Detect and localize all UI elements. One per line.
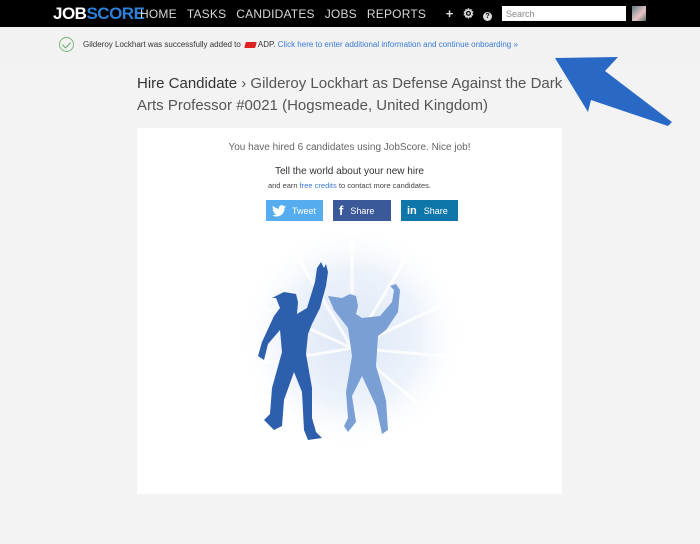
- breadcrumb-separator: ›: [241, 75, 247, 92]
- user-avatar[interactable]: [632, 6, 646, 21]
- free-credits-link[interactable]: free credits: [300, 181, 337, 190]
- continue-onboarding-link[interactable]: Click here to enter additional informati…: [278, 40, 518, 49]
- plus-icon[interactable]: +: [440, 5, 459, 22]
- linkedin-icon: in: [407, 204, 417, 217]
- toolbar-icons: + ⚙ ?: [440, 5, 497, 22]
- gear-icon[interactable]: ⚙: [459, 5, 478, 22]
- help-icon[interactable]: ?: [478, 5, 497, 22]
- logo-job-text: JOB: [53, 4, 87, 23]
- check-circle-icon: [59, 37, 74, 52]
- hire-success-card: You have hired 6 candidates using JobSco…: [137, 128, 562, 494]
- help-glyph: ?: [483, 12, 492, 21]
- linkedin-share-button[interactable]: in Share: [401, 200, 458, 221]
- twitter-bird-icon: [272, 204, 286, 217]
- share-heading: Tell the world about your new hire: [275, 166, 424, 177]
- earn-suffix: to contact more candidates.: [338, 181, 432, 190]
- logo-score-text: SCORE: [86, 4, 145, 23]
- page-title: Hire Candidate › Gilderoy Lockhart as De…: [137, 73, 567, 117]
- facebook-share-label: Share: [350, 205, 375, 216]
- adp-logo-icon: [244, 41, 257, 48]
- nav-home[interactable]: HOME: [140, 7, 177, 21]
- tweet-label: Tweet: [292, 205, 317, 216]
- arrow-pointer-icon: [555, 57, 672, 126]
- facebook-icon: f: [339, 203, 344, 218]
- top-navigation-bar: JOBSCORE HOME TASKS CANDIDATES JOBS REPO…: [0, 0, 700, 27]
- tweet-button[interactable]: Tweet: [266, 200, 323, 221]
- share-subtext: and earn free credits to contact more ca…: [137, 181, 562, 190]
- linkedin-share-label: Share: [423, 205, 448, 216]
- nav-reports[interactable]: REPORTS: [367, 7, 426, 21]
- nav-tasks[interactable]: TASKS: [187, 7, 226, 21]
- nav-jobs[interactable]: JOBS: [325, 7, 357, 21]
- notice-message: Gilderoy Lockhart was successfully added…: [83, 40, 518, 49]
- high-five-illustration: [236, 238, 468, 463]
- adp-label: ADP.: [257, 40, 276, 49]
- main-nav: HOME TASKS CANDIDATES JOBS REPORTS: [140, 7, 436, 21]
- notice-text: Gilderoy Lockhart was successfully added…: [83, 40, 241, 49]
- earn-prefix: and earn: [267, 181, 298, 190]
- jobscore-logo[interactable]: JOBSCORE: [53, 4, 145, 24]
- breadcrumb-hire-candidate[interactable]: Hire Candidate: [137, 75, 237, 92]
- hired-count-message: You have hired 6 candidates using JobSco…: [228, 142, 471, 153]
- nav-candidates[interactable]: CANDIDATES: [236, 7, 314, 21]
- facebook-share-button[interactable]: f Share: [333, 200, 391, 221]
- search-input[interactable]: [502, 6, 626, 21]
